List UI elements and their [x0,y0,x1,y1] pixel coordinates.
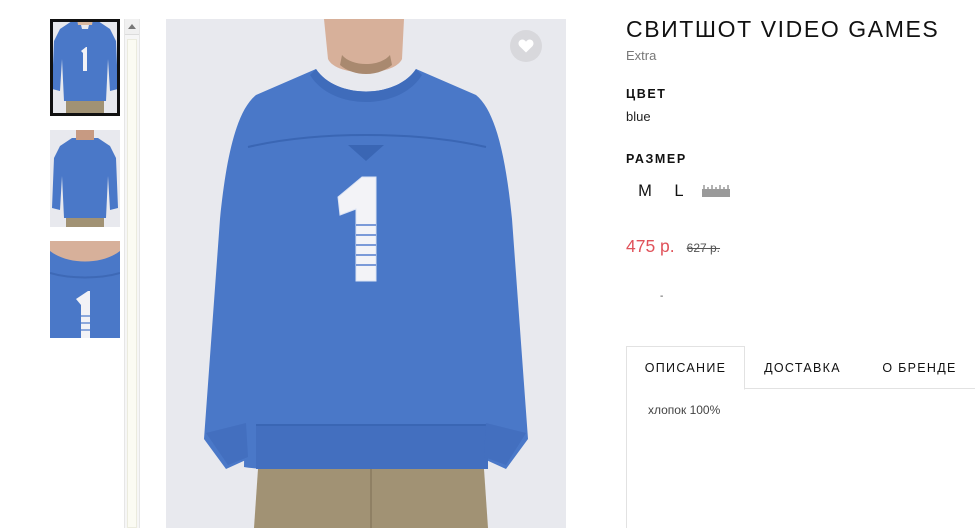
main-product-image [166,19,566,528]
ruler-icon[interactable] [702,185,730,197]
size-option-m[interactable]: M [632,181,658,201]
scrollbar-thumb[interactable] [127,39,137,528]
size-selector: M L [632,181,730,201]
favorite-button[interactable] [510,30,542,62]
chevron-up-icon [128,24,136,29]
product-info: СВИТШОТ VIDEO GAMES Extra ЦВЕТ blue РАЗМ… [626,14,975,302]
thumbnail-detail-image [50,241,120,338]
description-text: хлопок 100% [648,403,721,417]
tiny-mark: - [660,291,664,302]
brand-link[interactable]: Extra [626,48,975,64]
tab-panel-description: хлопок 100% [626,389,975,528]
thumbnail-back[interactable] [50,130,120,227]
color-label: ЦВЕТ [626,87,667,101]
tab-about-brand[interactable]: О БРЕНДЕ [864,346,975,389]
scroll-up-button[interactable] [125,19,139,35]
size-label: РАЗМЕР [626,152,687,166]
product-photo [166,19,566,528]
price-block: 475 р. 627 р. [626,236,720,257]
thumbnail-back-image [50,130,120,227]
price-current: 475 р. [626,236,675,256]
tab-delivery[interactable]: ДОСТАВКА [745,346,860,389]
product-tabs: ОПИСАНИЕ ДОСТАВКА О БРЕНДЕ хлопок 100% [626,346,975,528]
price-old: 627 р. [686,241,721,255]
size-option-l[interactable]: L [666,181,692,201]
thumbnail-front[interactable] [50,19,120,116]
thumbnail-front-image [50,19,120,116]
heart-icon [518,39,534,53]
thumbnail-scrollbar[interactable] [124,19,140,528]
product-title: СВИТШОТ VIDEO GAMES [626,16,940,42]
thumbnail-detail[interactable] [50,241,120,338]
tab-bar: ОПИСАНИЕ ДОСТАВКА О БРЕНДЕ [626,346,975,390]
tab-description[interactable]: ОПИСАНИЕ [626,346,745,390]
color-value: blue [626,109,651,124]
